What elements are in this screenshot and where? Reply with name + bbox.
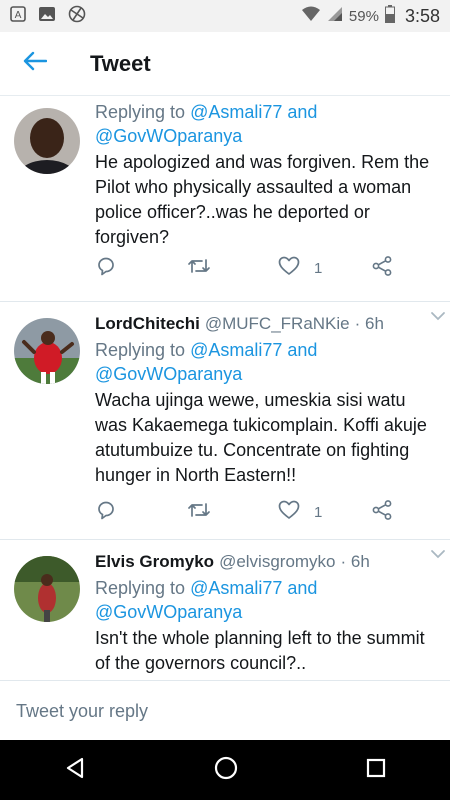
status-bar-right: 59% 3:58 [301,5,440,27]
reply-feed[interactable]: Replying to @Asmali77 and @GovWOparanya … [0,96,450,680]
status-bar-left: A [10,5,86,28]
replying-to: Replying to @Asmali77 and @GovWOparanya [95,578,318,622]
chevron-down-icon [430,308,446,325]
user-handle[interactable]: @MUFC_FRaNKie [205,314,350,334]
signal-icon [327,6,343,26]
heart-icon [278,500,300,525]
notification-a-icon: A [10,5,26,27]
reply-composer [0,680,450,741]
tweet-menu-button[interactable] [430,308,446,326]
page-title: Tweet [90,50,151,76]
tweet-time: · 6h [340,552,370,571]
image-icon [38,6,56,27]
retweet-icon [187,255,211,282]
reply-button[interactable] [95,499,117,526]
like-button[interactable]: 1 [278,500,322,525]
tweet-header: Elvis Gromyko @elvisgromyko · 6h [95,552,438,576]
vpn-icon [68,5,86,28]
wifi-icon [301,6,321,26]
tweet-item[interactable]: Elvis Gromyko @elvisgromyko · 6h Replyin… [0,540,450,680]
tweet-item[interactable]: Replying to @Asmali77 and @GovWOparanya … [0,96,450,302]
back-button[interactable] [0,32,70,96]
mention-link[interactable]: @GovWOparanya [95,602,242,622]
replying-to: Replying to @Asmali77 and @GovWOparanya [95,102,318,146]
user-handle[interactable]: @elvisgromyko [219,552,335,572]
system-nav-bar [0,740,450,800]
avatar[interactable] [14,318,80,384]
chevron-down-icon [430,546,446,563]
mention-link[interactable]: @Asmali77 [190,578,282,598]
status-bar: A 59% 3:58 [0,0,450,32]
avatar[interactable] [14,108,80,174]
nav-back-button[interactable] [63,756,87,785]
share-button[interactable] [371,255,393,282]
mention-link[interactable]: @Asmali77 [190,102,282,122]
tweet-time: · 6h [354,314,384,333]
tweet-text: He apologized and was forgiven. Rem the … [95,152,430,247]
battery-icon [384,5,395,27]
reply-input[interactable] [0,681,450,741]
mention-link[interactable]: @GovWOparanya [95,364,242,384]
tweet-menu-button[interactable] [430,546,446,564]
reply-button[interactable] [95,255,117,282]
tweet-header: LordChitechi @MUFC_FRaNKie · 6h [95,314,438,338]
svg-text:A: A [15,10,22,21]
like-button[interactable]: 1 [278,256,322,281]
arrow-left-icon [23,51,48,76]
share-button[interactable] [371,499,393,526]
reply-icon [95,255,117,282]
share-icon [371,499,393,526]
tweet-text: Wacha ujinga wewe, umeskia sisi watu was… [95,390,427,485]
display-name[interactable]: LordChitechi [95,314,200,334]
mention-link[interactable]: @Asmali77 [190,340,282,360]
share-icon [371,255,393,282]
avatar[interactable] [14,556,80,622]
tweet-text: Isn't the whole planning left to the sum… [95,628,425,673]
replying-to: Replying to @Asmali77 and @GovWOparanya [95,340,318,384]
retweet-button[interactable] [187,255,211,282]
nav-home-button[interactable] [213,755,239,786]
battery-level: 59% [348,7,379,25]
app-bar: Tweet [0,32,450,96]
like-count: 1 [314,503,323,521]
heart-icon [278,256,300,281]
clock: 3:58 [404,5,440,26]
reply-icon [95,499,117,526]
retweet-button[interactable] [187,499,211,526]
mention-link[interactable]: @GovWOparanya [95,126,242,146]
nav-recents-button[interactable] [365,757,387,784]
retweet-icon [187,499,211,526]
tweet-item[interactable]: LordChitechi @MUFC_FRaNKie · 6h Replying… [0,302,450,540]
like-count: 1 [314,259,323,277]
display-name[interactable]: Elvis Gromyko [95,552,214,572]
